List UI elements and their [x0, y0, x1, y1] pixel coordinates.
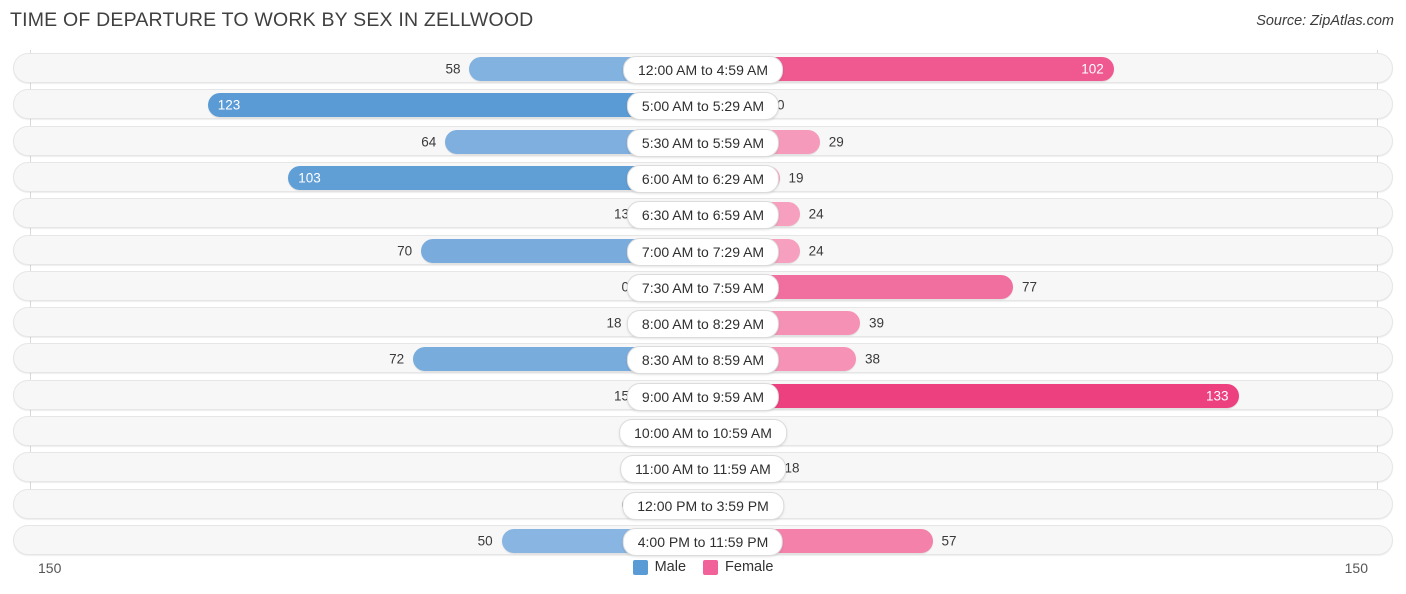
bar-value-male: 18: [606, 315, 622, 331]
category-label: 12:00 AM to 4:59 AM: [623, 56, 783, 84]
source-attribution: Source: ZipAtlas.com: [1256, 13, 1394, 29]
category-label: 11:00 AM to 11:59 AM: [620, 455, 786, 484]
chart-legend: Male Female: [0, 559, 1406, 575]
row-inner: 01811:00 AM to 11:59 AM: [14, 453, 1392, 484]
category-label: 6:30 AM to 6:59 AM: [626, 201, 780, 230]
bar-value-female: 24: [808, 242, 824, 258]
table-row[interactable]: 01811:00 AM to 11:59 AM: [13, 452, 1393, 484]
table-row[interactable]: 70 24 7:00 AM to 7:29 AM: [13, 234, 1393, 266]
table-row[interactable]: 50 57 4:00 PM to 11:59 PM: [13, 524, 1393, 556]
bar-value-female: 102: [1081, 61, 1104, 77]
row-inner: 123 0 5:00 AM to 5:29 AM: [14, 90, 1392, 121]
row-inner: 13 24 6:30 AM to 6:59 AM: [14, 199, 1392, 230]
table-row[interactable]: 0 77 7:30 AM to 7:59 AM: [13, 270, 1393, 302]
row-inner: 72 38 8:30 AM to 8:59 AM: [14, 344, 1392, 375]
row-inner: 0 77 7:30 AM to 7:59 AM: [14, 272, 1392, 302]
bar-value-male: 50: [477, 533, 493, 549]
row-inner: 0010:00 AM to 10:59 AM: [14, 417, 1392, 447]
table-row[interactable]: 0010:00 AM to 10:59 AM: [13, 416, 1393, 447]
bar-value-female: 39: [869, 315, 885, 331]
table-row[interactable]: 15 133 9:00 AM to 9:59 AM: [13, 379, 1393, 411]
bar-value-male: 58: [445, 61, 461, 77]
bar-value-female: 24: [808, 206, 824, 222]
row-inner: 0012:00 PM to 3:59 PM: [14, 490, 1392, 520]
legend-item-female[interactable]: Female: [703, 559, 773, 575]
row-inner: 50 57 4:00 PM to 11:59 PM: [14, 526, 1392, 556]
table-row[interactable]: 103 19 6:00 AM to 6:29 AM: [13, 161, 1393, 193]
legend-swatch-female-icon: [703, 559, 719, 575]
table-row[interactable]: 58 102 12:00 AM to 4:59 AM: [13, 53, 1393, 84]
legend-swatch-male-icon: [632, 559, 648, 575]
chart-root: TIME OF DEPARTURE TO WORK BY SEX IN ZELL…: [0, 0, 1406, 594]
category-label: 5:00 AM to 5:29 AM: [626, 92, 780, 121]
category-label: 7:30 AM to 7:59 AM: [626, 273, 780, 302]
category-label: 12:00 PM to 3:59 PM: [622, 491, 784, 520]
page-title: TIME OF DEPARTURE TO WORK BY SEX IN ZELL…: [10, 9, 534, 31]
table-row[interactable]: 123 0 5:00 AM to 5:29 AM: [13, 89, 1393, 121]
bar-female[interactable]: 133: [703, 383, 1239, 408]
category-label: 8:30 AM to 8:59 AM: [626, 346, 780, 375]
row-inner: 103 19 6:00 AM to 6:29 AM: [14, 163, 1392, 193]
row-inner: 18 39 8:00 AM to 8:29 AM: [14, 308, 1392, 339]
table-row[interactable]: 64 29 5:30 AM to 5:59 AM: [13, 125, 1393, 157]
legend-item-male[interactable]: Male: [632, 559, 687, 575]
table-row[interactable]: 72 38 8:30 AM to 8:59 AM: [13, 343, 1393, 375]
row-inner: 15 133 9:00 AM to 9:59 AM: [14, 381, 1392, 411]
category-label: 9:00 AM to 9:59 AM: [626, 382, 780, 411]
legend-label-female: Female: [725, 559, 774, 575]
category-label: 6:00 AM to 6:29 AM: [626, 164, 780, 193]
bar-value-male: 72: [389, 351, 405, 367]
plot-area: 58 102 12:00 AM to 4:59 AM 123 0 5:00 AM to 5…: [0, 50, 1406, 556]
bar-value-female: 77: [1022, 279, 1038, 295]
bar-value-male: 103: [298, 170, 321, 186]
bar-value-female: 18: [784, 460, 800, 476]
category-label: 7:00 AM to 7:29 AM: [626, 237, 780, 266]
category-label: 4:00 PM to 11:59 PM: [622, 527, 784, 556]
bar-value-female: 38: [865, 351, 881, 367]
category-label: 5:30 AM to 5:59 AM: [626, 128, 780, 157]
row-inner: 70 24 7:00 AM to 7:29 AM: [14, 236, 1392, 266]
table-row[interactable]: 13 24 6:30 AM to 6:59 AM: [13, 198, 1393, 230]
table-row[interactable]: 18 39 8:00 AM to 8:29 AM: [13, 307, 1393, 339]
category-label: 8:00 AM to 8:29 AM: [626, 310, 780, 339]
row-inner: 58 102 12:00 AM to 4:59 AM: [14, 54, 1392, 84]
bar-value-male: 64: [421, 133, 437, 149]
bar-value-male: 123: [217, 97, 241, 113]
table-row[interactable]: 0012:00 PM to 3:59 PM: [13, 488, 1393, 520]
bar-value-male: 70: [397, 242, 413, 258]
bar-value-female: 57: [941, 533, 957, 549]
row-inner: 64 29 5:30 AM to 5:59 AM: [14, 127, 1392, 157]
bar-value-female: 133: [1206, 387, 1229, 403]
legend-label-male: Male: [654, 559, 687, 575]
bar-value-female: 19: [788, 170, 804, 186]
category-label: 10:00 AM to 10:59 AM: [619, 419, 787, 447]
bar-value-female: 29: [828, 133, 844, 149]
